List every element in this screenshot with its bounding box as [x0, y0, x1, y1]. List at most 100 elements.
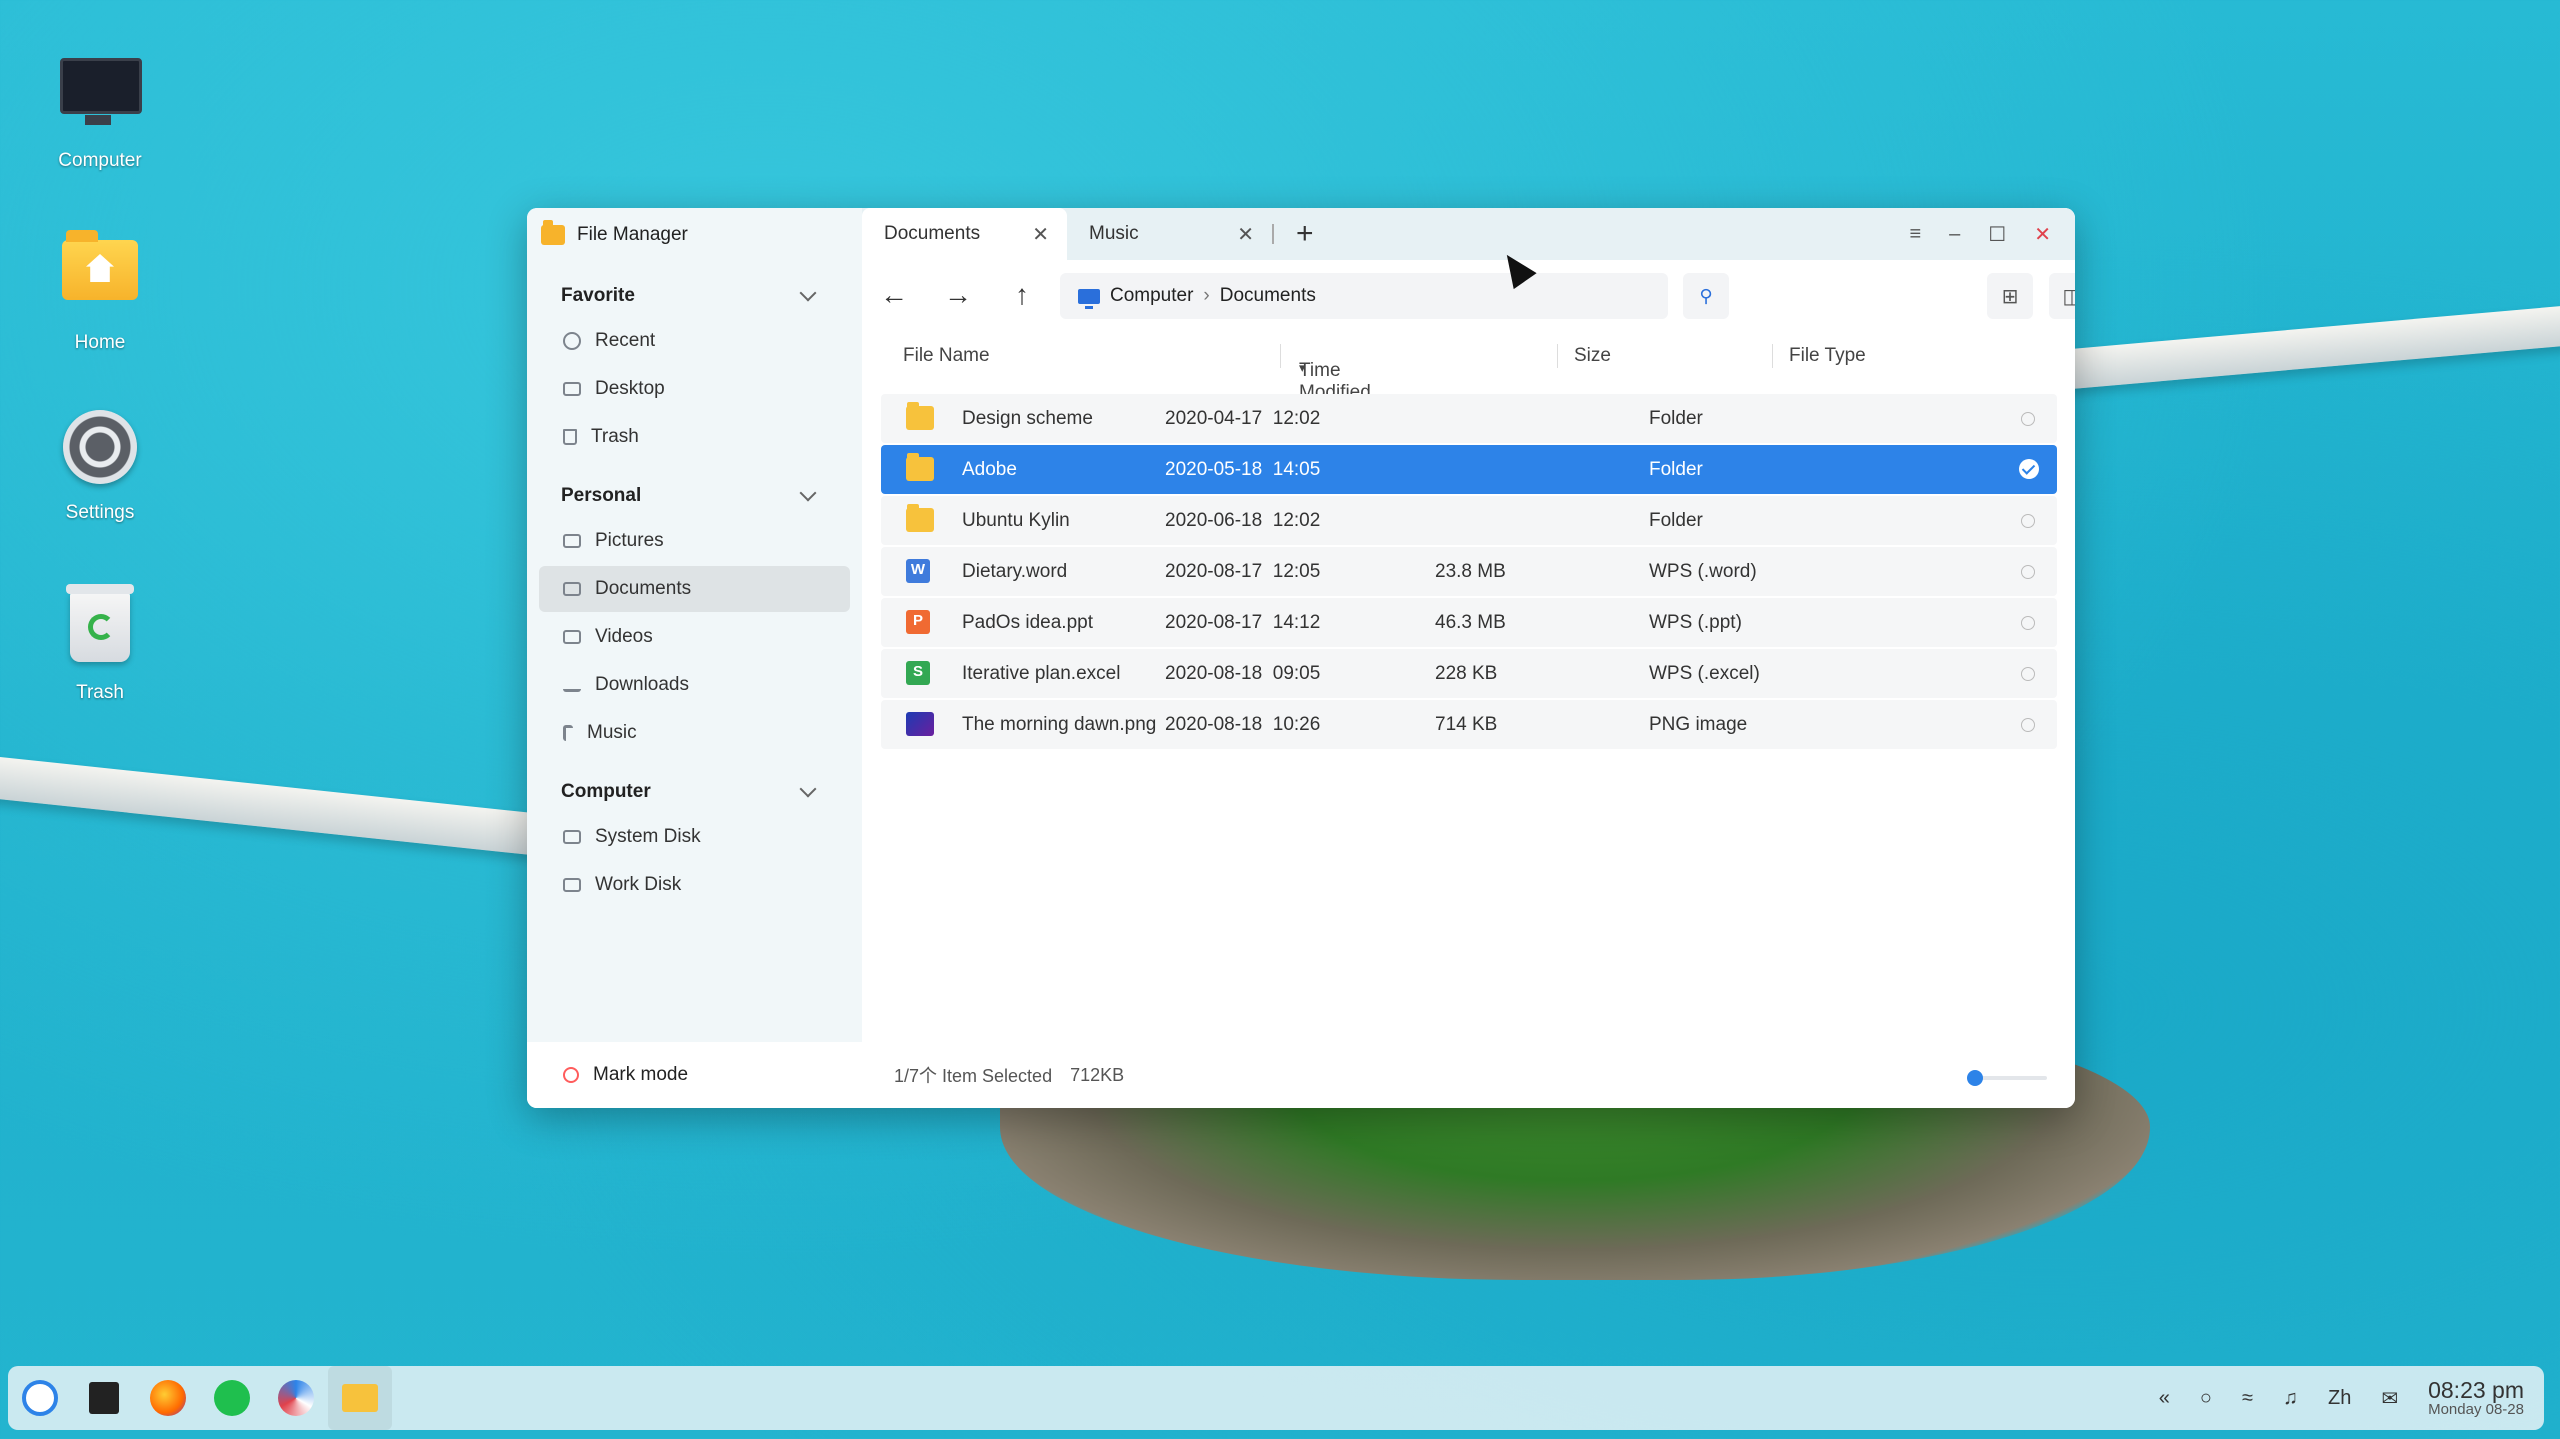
forward-button[interactable]: →: [926, 279, 990, 311]
file-manager-logo-icon: [541, 220, 565, 245]
table-row[interactable]: P PadOs idea.ppt 2020-08-17 14:12 46.3 MB WP…: [881, 598, 2057, 647]
folder-file-icon: [906, 504, 934, 532]
row-select-checkbox[interactable]: [2021, 412, 2035, 426]
tab-documents[interactable]: Documents ✕: [862, 208, 1067, 260]
zoom-slider-handle[interactable]: [1967, 1070, 1983, 1086]
file-name: Iterative plan.excel: [962, 663, 1121, 684]
bridge-left: [0, 755, 540, 856]
sidebar-group-header[interactable]: Personal: [527, 476, 862, 516]
sidebar-item-music[interactable]: Music: [539, 710, 850, 756]
sidebar-item-trash[interactable]: Trash: [539, 414, 850, 460]
sidebar-item-system-disk[interactable]: System Disk: [539, 814, 850, 860]
taskbar-software-center-button[interactable]: [264, 1366, 328, 1430]
table-row[interactable]: Ubuntu Kylin 2020-06-18 12:02 Folder: [881, 496, 2057, 545]
sidebar-item-videos[interactable]: Videos: [539, 614, 850, 660]
breadcrumb-separator: ›: [1203, 285, 1210, 306]
search-button[interactable]: ⚲: [1683, 273, 1729, 319]
clock-time: 08:23 pm: [2428, 1377, 2524, 1404]
desktop-icon-label: Computer: [58, 150, 142, 171]
tray-expand-icon[interactable]: «: [2159, 1387, 2170, 1410]
clock-date: Monday 08-28: [2428, 1401, 2524, 1419]
column-file-name[interactable]: File Name: [903, 345, 990, 367]
close-button[interactable]: ✕: [2034, 222, 2051, 247]
taskbar-chat-button[interactable]: [200, 1366, 264, 1430]
notification-icon[interactable]: ✉: [2381, 1386, 2398, 1411]
desktop-icon-label: Settings: [65, 502, 135, 523]
folder-file-icon: [906, 402, 934, 430]
row-select-checkbox[interactable]: [2021, 514, 2035, 528]
file-list: Design scheme 2020-04-17 12:02 Folder Adobe…: [881, 394, 2057, 751]
taskbar-firefox-button[interactable]: [136, 1366, 200, 1430]
up-button[interactable]: ↑: [990, 279, 1054, 311]
column-size[interactable]: Size: [1574, 345, 1611, 367]
sidebar-group-header[interactable]: Computer: [527, 772, 862, 812]
row-select-checkbox[interactable]: [2021, 616, 2035, 630]
maximize-button[interactable]: ☐: [1988, 222, 2006, 247]
minimize-button[interactable]: –: [1949, 223, 1960, 246]
sidebar-item-downloads[interactable]: Downloads: [539, 662, 850, 708]
taskbar-multitask-button[interactable]: [72, 1366, 136, 1430]
table-row[interactable]: Design scheme 2020-04-17 12:02 Folder: [881, 394, 2057, 443]
input-method-indicator[interactable]: Zh: [2328, 1387, 2351, 1410]
menu-icon[interactable]: ≡: [1910, 223, 1922, 246]
row-select-checkbox[interactable]: [2019, 459, 2039, 479]
file-modified: 2020-08-17 14:12: [1165, 612, 1321, 633]
desktop-icon-home[interactable]: Home: [40, 230, 160, 354]
file-size: 23.8 MB: [1435, 561, 1506, 582]
file-type: Folder: [1649, 459, 1703, 480]
breadcrumb[interactable]: Computer › Documents: [1060, 273, 1668, 319]
tab-bar: Documents ✕ Music ✕ + ≡ – ☐ ✕: [862, 208, 2075, 260]
sidebar-group-header[interactable]: Favorite: [527, 276, 862, 316]
desktop-icon-trash[interactable]: Trash: [40, 584, 160, 704]
disk-icon: [563, 830, 581, 844]
desktop-icon-computer[interactable]: Computer: [40, 50, 160, 172]
mark-mode-icon: [563, 1067, 579, 1083]
gear-icon: [60, 410, 140, 490]
sidebar-item-pictures[interactable]: Pictures: [539, 518, 850, 564]
file-size: 46.3 MB: [1435, 612, 1506, 633]
column-header: File Name Time Modified ▾ Size File Type: [903, 344, 1866, 403]
sidebar-item-work-disk[interactable]: Work Disk: [539, 862, 850, 908]
file-type: PNG image: [1649, 714, 1748, 735]
close-tab-icon[interactable]: ✕: [1237, 222, 1254, 247]
tray-search-icon[interactable]: ○: [2200, 1387, 2212, 1410]
new-tab-button[interactable]: +: [1296, 208, 1314, 260]
mark-mode-button[interactable]: Mark mode: [527, 1042, 862, 1108]
wifi-icon[interactable]: ≈: [2242, 1387, 2253, 1410]
chevron-down-icon: [799, 780, 817, 798]
close-tab-icon[interactable]: ✕: [1032, 222, 1049, 247]
sidebar-item-recent[interactable]: Recent: [539, 318, 850, 364]
volume-icon[interactable]: ♫: [2283, 1387, 2298, 1410]
back-button[interactable]: ←: [862, 279, 926, 311]
detail-view-button[interactable]: ◫: [2049, 273, 2075, 319]
sidebar-item-documents[interactable]: Documents: [539, 566, 850, 612]
disk-icon: [563, 878, 581, 892]
sidebar-item-desktop[interactable]: Desktop: [539, 366, 850, 412]
clock-icon: [563, 332, 581, 350]
file-name: Ubuntu Kylin: [962, 510, 1070, 531]
table-row[interactable]: W Dietary.word 2020-08-17 12:05 23.8 MB WPS …: [881, 547, 2057, 596]
video-icon: [563, 630, 581, 644]
desktop-icon-settings[interactable]: Settings: [40, 410, 160, 524]
system-tray: « ○ ≈ ♫ Zh ✉ 08:23 pm Monday 08-28: [2159, 1366, 2524, 1430]
column-file-type[interactable]: File Type: [1789, 345, 1866, 367]
file-type: WPS (.ppt): [1649, 612, 1742, 633]
file-modified: 2020-08-18 10:26: [1165, 714, 1321, 735]
table-row[interactable]: S Iterative plan.excel 2020-08-18 09:05 228…: [881, 649, 2057, 698]
row-select-checkbox[interactable]: [2021, 718, 2035, 732]
table-row[interactable]: Adobe 2020-05-18 14:05 Folder: [881, 445, 2057, 494]
row-select-checkbox[interactable]: [2021, 565, 2035, 579]
app-title: File Manager: [577, 224, 688, 245]
taskbar-file-manager-button[interactable]: [328, 1366, 392, 1430]
file-manager-window: File Manager Favorite Recent Desktop Tra…: [527, 208, 2075, 1108]
breadcrumb-item-documents[interactable]: Documents: [1220, 285, 1316, 307]
breadcrumb-item-computer[interactable]: Computer: [1110, 285, 1193, 307]
zoom-slider[interactable]: [1967, 1070, 2047, 1086]
tab-music[interactable]: Music ✕: [1067, 208, 1272, 260]
taskbar-start-button[interactable]: [8, 1366, 72, 1430]
clock[interactable]: 08:23 pm Monday 08-28: [2428, 1378, 2524, 1418]
grid-view-button[interactable]: ⊞: [1987, 273, 2033, 319]
software-center-icon: [278, 1380, 314, 1416]
table-row[interactable]: The morning dawn.png 2020-08-18 10:26 714 …: [881, 700, 2057, 749]
row-select-checkbox[interactable]: [2021, 667, 2035, 681]
